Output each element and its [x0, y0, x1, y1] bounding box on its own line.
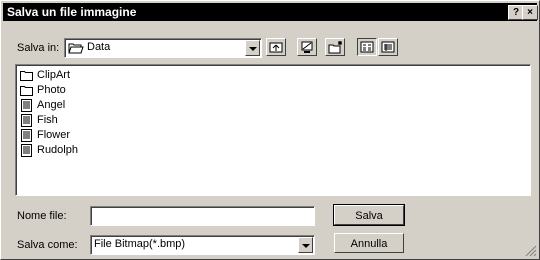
- file-name: Rudolph: [37, 144, 78, 156]
- chevron-down-icon[interactable]: [245, 40, 260, 56]
- folder-icon: [20, 71, 33, 81]
- save-button[interactable]: Salva: [333, 204, 405, 226]
- new-folder-icon: [328, 41, 342, 54]
- list-view-icon: [360, 41, 374, 53]
- details-view-button[interactable]: [378, 38, 398, 56]
- save-as-label: Salva come:: [17, 239, 78, 251]
- document-icon: [21, 99, 32, 112]
- dialog-title: Salva un file immagine: [7, 5, 137, 19]
- folder-icon: [20, 86, 33, 96]
- file-name: Fish: [37, 114, 58, 126]
- file-name: Angel: [37, 99, 66, 111]
- up-folder-icon: [269, 42, 283, 53]
- resize-grip-icon[interactable]: [525, 245, 537, 257]
- document-icon: [21, 129, 32, 142]
- filename-input[interactable]: [90, 206, 315, 226]
- cancel-button[interactable]: Annulla: [334, 233, 404, 253]
- details-view-icon: [381, 41, 395, 53]
- save-in-label: Salva in:: [17, 42, 60, 54]
- save-in-dropdown[interactable]: Data: [64, 38, 262, 58]
- desktop-button[interactable]: [297, 38, 317, 56]
- desktop-icon: [301, 41, 313, 53]
- file-name: Flower: [37, 129, 71, 141]
- save-image-dialog: Salva un file immagine ? × Salva in: Dat…: [0, 0, 540, 260]
- document-icon: [21, 144, 32, 157]
- close-button[interactable]: ×: [522, 5, 538, 20]
- chevron-down-icon[interactable]: [298, 237, 313, 253]
- file-name: ClipArt: [37, 69, 71, 81]
- save-in-value: Data: [87, 41, 111, 53]
- file-name: Photo: [37, 84, 66, 96]
- new-folder-button[interactable]: [325, 38, 345, 56]
- document-icon: [21, 114, 32, 127]
- filename-label: Nome file:: [17, 210, 67, 222]
- save-as-value: File Bitmap(*.bmp): [94, 238, 186, 250]
- title-bar[interactable]: Salva un file immagine ? ×: [3, 3, 538, 21]
- up-folder-button[interactable]: [266, 38, 286, 56]
- list-view-button[interactable]: [357, 38, 377, 56]
- file-list[interactable]: ClipArt Photo Angel Fish Flower Rudolph: [15, 64, 531, 196]
- save-as-dropdown[interactable]: File Bitmap(*.bmp): [90, 235, 315, 255]
- folder-open-icon: [68, 43, 84, 54]
